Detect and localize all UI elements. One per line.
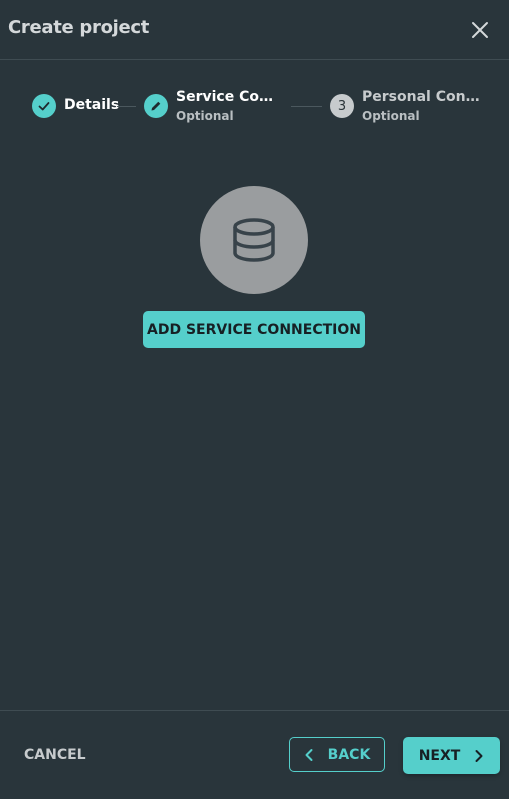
database-icon: [233, 218, 275, 262]
close-icon[interactable]: [469, 19, 491, 41]
add-service-connection-button[interactable]: ADD SERVICE CONNECTION: [143, 311, 365, 348]
back-button[interactable]: BACK: [289, 737, 385, 772]
service-connection-illustration: [200, 186, 308, 294]
back-button-label: BACK: [327, 746, 371, 763]
step-details-label: Details: [64, 97, 120, 113]
check-icon: [38, 102, 50, 111]
chevron-left-icon: [305, 748, 313, 761]
next-button-label: NEXT: [418, 747, 461, 764]
dialog-footer: CANCEL BACK NEXT: [0, 710, 509, 799]
chevron-right-icon: [475, 749, 483, 762]
step-connector: [291, 106, 322, 107]
pencil-icon: [151, 101, 161, 111]
next-button[interactable]: NEXT: [403, 737, 500, 774]
step-service-indicator: [144, 94, 168, 118]
step-personal-indicator: 3: [330, 94, 354, 118]
step-personal-label: Personal Conn…: [362, 89, 480, 105]
stepper: Details Service Conn… Optional 3 Persona…: [0, 88, 509, 128]
dialog-title: Create project: [8, 17, 150, 38]
step-connector: [117, 106, 136, 107]
cancel-button[interactable]: CANCEL: [24, 747, 86, 763]
step-service-label: Service Conn…: [176, 89, 282, 105]
step-personal-sublabel: Optional: [362, 109, 420, 123]
dialog-header: Create project: [0, 0, 509, 60]
step-details-indicator: [32, 94, 56, 118]
step-service-sublabel: Optional: [176, 109, 234, 123]
